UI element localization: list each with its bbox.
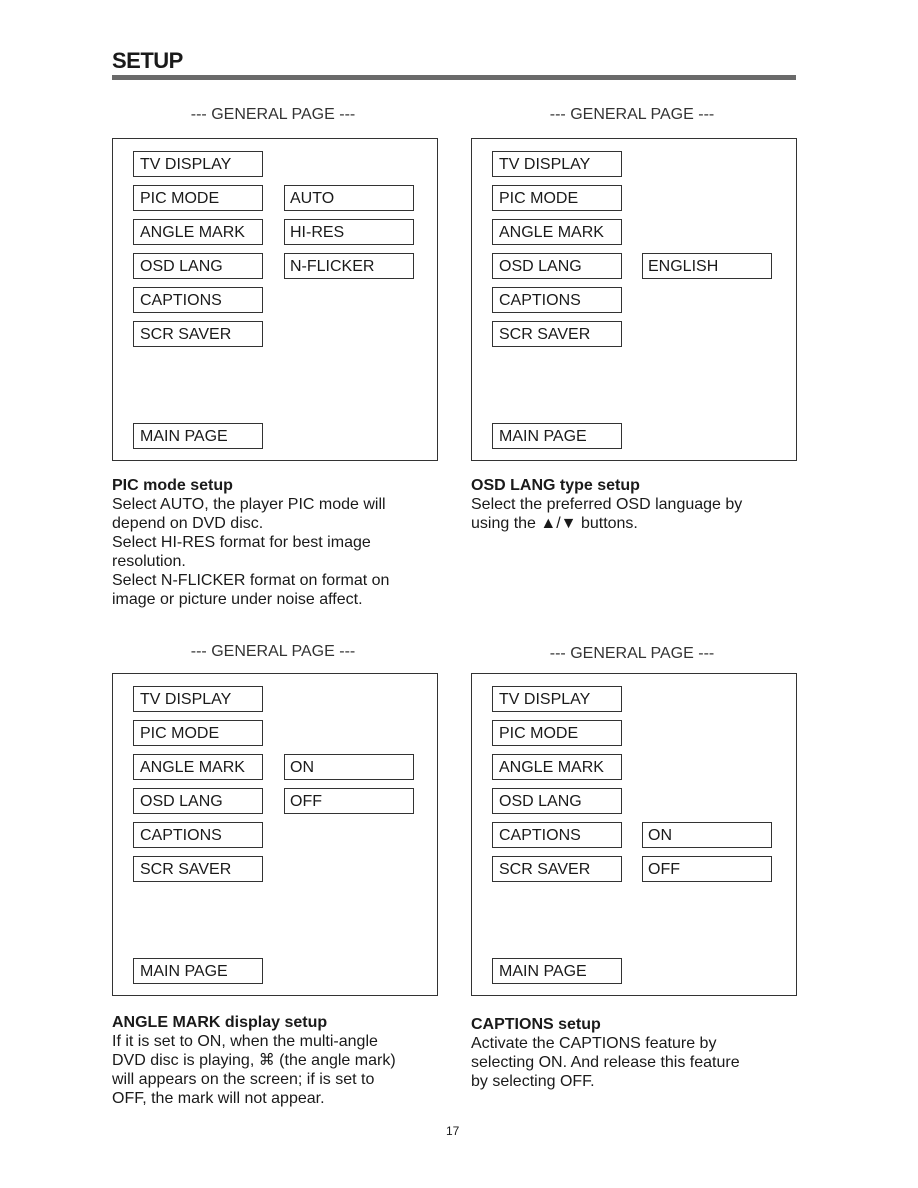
menu-item-scr-saver[interactable]: SCR SAVER [492,321,622,347]
description: PIC mode setup Select AUTO, the player PI… [112,476,442,609]
option-english[interactable]: ENGLISH [642,253,772,279]
header-rule [112,75,796,80]
menu-item-osd-lang[interactable]: OSD LANG [492,253,622,279]
option-off[interactable]: OFF [284,788,414,814]
description-line: Select N-FLICKER format on format on [112,572,390,589]
menu-item-pic-mode[interactable]: PIC MODE [492,720,622,746]
menu-item-osd-lang[interactable]: OSD LANG [133,253,263,279]
main-page-button[interactable]: MAIN PAGE [492,958,622,984]
menu-item-tv-display[interactable]: TV DISPLAY [492,151,622,177]
description-line: OFF, the mark will not appear. [112,1090,325,1107]
description-line: depend on DVD disc. [112,515,264,532]
description-line: Select HI-RES format for best image [112,534,371,551]
osd-menu-panel: TV DISPLAY PIC MODE ANGLE MARK OSD LANG CAPT… [112,673,438,996]
menu-item-angle-mark[interactable]: ANGLE MARK [492,754,622,780]
option-auto[interactable]: AUTO [284,185,414,211]
menu-item-tv-display[interactable]: TV DISPLAY [133,151,263,177]
description: OSD LANG type setup Select the preferred … [471,476,801,533]
page-title: SETUP [112,48,183,73]
description-line: If it is set to ON, when the multi-angle [112,1033,378,1050]
menu-item-tv-display[interactable]: TV DISPLAY [492,686,622,712]
panel-title: --- GENERAL PAGE --- [190,643,356,660]
menu-item-captions[interactable]: CAPTIONS [133,822,263,848]
description-line: Select the preferred OSD language by [471,496,743,513]
menu-item-tv-display[interactable]: TV DISPLAY [133,686,263,712]
menu-item-scr-saver[interactable]: SCR SAVER [133,856,263,882]
page-number: 17 [446,1124,460,1138]
description-line: using the ▲/▼ buttons. [471,515,638,532]
menu-item-angle-mark[interactable]: ANGLE MARK [133,219,263,245]
menu-item-scr-saver[interactable]: SCR SAVER [133,321,263,347]
description-line: resolution. [112,553,186,570]
description-title: CAPTIONS setup [471,1016,601,1033]
description-line: Activate the CAPTIONS feature by [471,1035,717,1052]
option-hi-res[interactable]: HI-RES [284,219,414,245]
main-page-button[interactable]: MAIN PAGE [133,958,263,984]
main-page-button[interactable]: MAIN PAGE [492,423,622,449]
description: ANGLE MARK display setup If it is set to … [112,1013,442,1108]
option-on[interactable]: ON [284,754,414,780]
option-on[interactable]: ON [642,822,772,848]
menu-item-osd-lang[interactable]: OSD LANG [492,788,622,814]
description-title: ANGLE MARK display setup [112,1014,328,1031]
description-title: OSD LANG type setup [471,477,640,494]
option-n-flicker[interactable]: N-FLICKER [284,253,414,279]
menu-item-pic-mode[interactable]: PIC MODE [133,185,263,211]
description-line: image or picture under noise affect. [112,591,363,608]
panel-title: --- GENERAL PAGE --- [549,106,715,123]
menu-item-captions[interactable]: CAPTIONS [492,822,622,848]
menu-item-captions[interactable]: CAPTIONS [492,287,622,313]
description-line: DVD disc is playing, ⌘ (the angle mark) [112,1052,396,1069]
panel-title: --- GENERAL PAGE --- [190,106,356,123]
menu-item-angle-mark[interactable]: ANGLE MARK [133,754,263,780]
description-line: selecting ON. And release this feature [471,1054,740,1071]
menu-item-pic-mode[interactable]: PIC MODE [133,720,263,746]
description-line: will appears on the screen; if is set to [112,1071,375,1088]
osd-menu-panel: TV DISPLAY PIC MODE ANGLE MARK OSD LANG CAPT… [471,673,797,996]
menu-item-pic-mode[interactable]: PIC MODE [492,185,622,211]
menu-item-scr-saver[interactable]: SCR SAVER [492,856,622,882]
menu-item-angle-mark[interactable]: ANGLE MARK [492,219,622,245]
menu-item-captions[interactable]: CAPTIONS [133,287,263,313]
description-title: PIC mode setup [112,477,233,494]
option-off[interactable]: OFF [642,856,772,882]
panel-title: --- GENERAL PAGE --- [549,645,715,662]
description-line: by selecting OFF. [471,1073,595,1090]
osd-menu-panel: TV DISPLAY PIC MODE ANGLE MARK OSD LANG CAPT… [112,138,438,461]
menu-item-osd-lang[interactable]: OSD LANG [133,788,263,814]
description: CAPTIONS setup Activate the CAPTIONS feat… [471,1015,801,1091]
main-page-button[interactable]: MAIN PAGE [133,423,263,449]
description-line: Select AUTO, the player PIC mode will [112,496,386,513]
osd-menu-panel: TV DISPLAY PIC MODE ANGLE MARK OSD LANG CAPT… [471,138,797,461]
